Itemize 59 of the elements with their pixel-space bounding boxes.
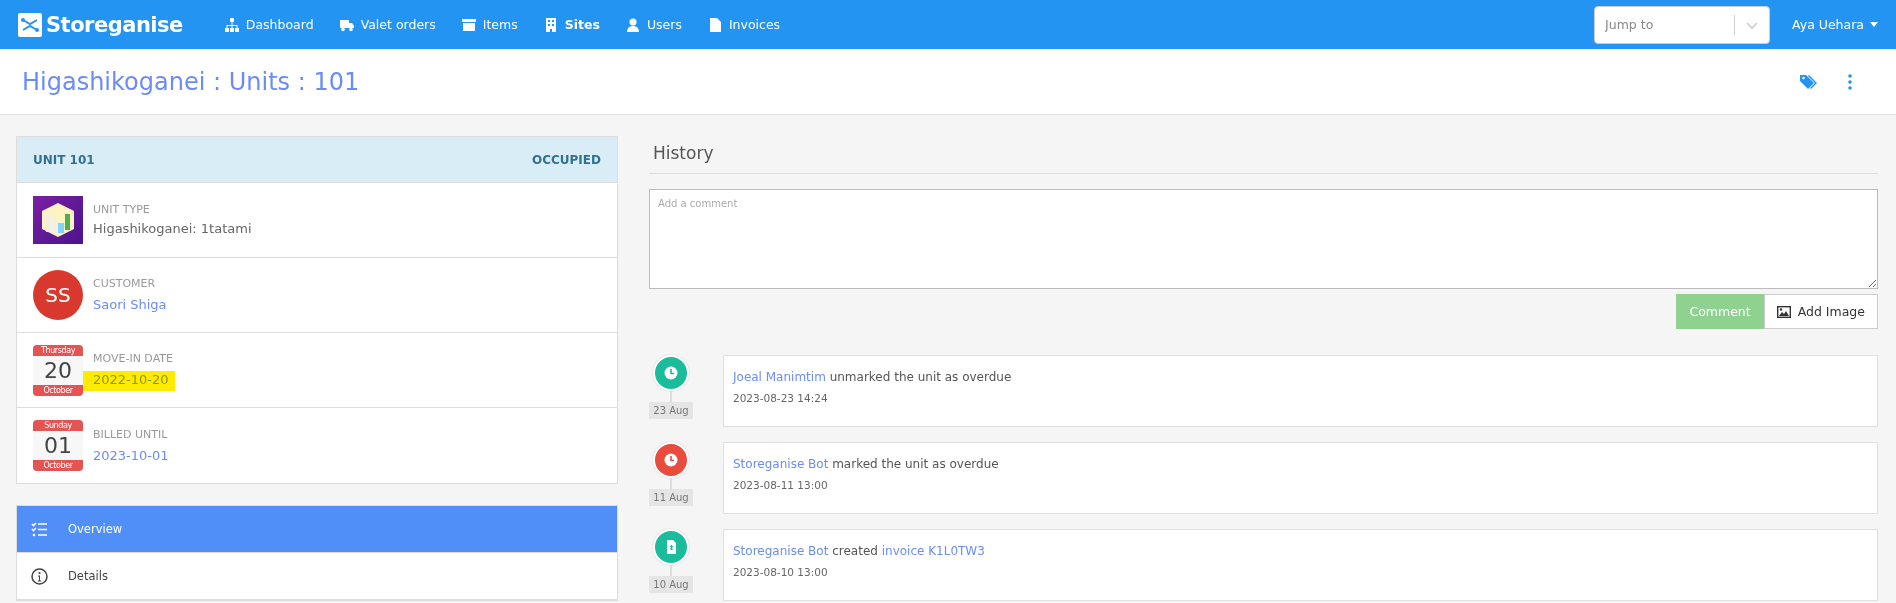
field-label: MOVE-IN DATE: [93, 352, 174, 365]
clock-icon: [664, 366, 678, 380]
document-icon: [664, 540, 678, 554]
timeline-date: 11 Aug: [649, 489, 693, 506]
entry-message: Storeganise Bot marked the unit as overdue: [733, 457, 1000, 471]
image-icon: [1776, 305, 1791, 318]
unit-title: UNIT 101: [33, 152, 95, 167]
box-icon: [461, 17, 476, 32]
comment-field[interactable]: Add a comment: [649, 189, 1878, 289]
entry-link[interactable]: Storeganise Bot: [733, 544, 829, 558]
entry-link[interactable]: Storeganise Bot: [733, 457, 829, 471]
brand-logo[interactable]: Storeganise: [18, 12, 183, 37]
field-label: CUSTOMER: [93, 277, 157, 290]
sitemap-icon: [224, 17, 239, 32]
document-icon: [707, 17, 722, 32]
field-value: Higashikoganei: 1tatami: [93, 220, 252, 237]
entry-time: 2023-08-11 13:00: [733, 479, 829, 491]
jump-to-select[interactable]: Jump to: [1594, 5, 1771, 44]
menu-item[interactable]: Overview: [17, 506, 617, 553]
nav-link[interactable]: Items: [461, 17, 518, 32]
section-title: History: [649, 136, 1878, 174]
entry-message: Storeganise Bot created invoice K1L0TW3: [733, 544, 986, 558]
checklist-icon: [31, 520, 48, 538]
timeline-date: 10 Aug: [649, 576, 693, 593]
calendar-icon: Sunday 01 October: [33, 420, 83, 471]
entry-time: 2023-08-23 14:24: [733, 392, 829, 404]
field-link[interactable]: 2022-10-20: [83, 371, 175, 391]
entry-time: 2023-08-10 13:00: [733, 566, 829, 578]
jump-to-field[interactable]: Jump to: [1595, 6, 1735, 43]
user-icon: [625, 17, 640, 32]
logo-icon: [18, 12, 42, 37]
more-options-icon[interactable]: [1848, 73, 1852, 90]
clock-icon: [664, 453, 678, 467]
nav-link[interactable]: Sites: [543, 17, 600, 32]
caret-icon: [1870, 22, 1878, 27]
nav-link[interactable]: Valet orders: [339, 17, 436, 32]
nav-link[interactable]: Users: [625, 17, 682, 32]
nav-link[interactable]: Dashboard: [224, 17, 314, 32]
building-icon: [543, 17, 558, 32]
field-link[interactable]: Saori Shiga: [93, 296, 167, 313]
timeline-date: 23 Aug: [649, 402, 693, 419]
add-image-button[interactable]: Add Image: [1763, 294, 1878, 329]
field-label: BILLED UNTIL: [93, 427, 169, 441]
field-label: UNIT TYPE: [93, 203, 151, 216]
customer-avatar: SS: [33, 270, 83, 320]
info-icon: [31, 567, 48, 585]
comment-button[interactable]: Comment: [1676, 294, 1764, 329]
page-title: Higashikoganei : Units : 101: [22, 67, 361, 96]
entry-message: Joeal Manimtim unmarked the unit as overdue: [733, 370, 1013, 384]
calendar-icon: Thursday 20 October: [33, 344, 83, 396]
entry-link[interactable]: invoice K1L0TW3: [881, 544, 985, 558]
user-menu[interactable]: Aya Uehara: [1792, 17, 1878, 32]
tags-icon[interactable]: [1800, 73, 1818, 90]
unit-status: OCCUPIED: [532, 152, 601, 167]
menu-item[interactable]: Details: [17, 553, 617, 600]
field-link[interactable]: 2023-10-01: [93, 446, 169, 464]
entry-link[interactable]: Joeal Manimtim: [733, 370, 826, 384]
nav-link[interactable]: Invoices: [707, 17, 781, 32]
truck-icon: [339, 17, 354, 32]
